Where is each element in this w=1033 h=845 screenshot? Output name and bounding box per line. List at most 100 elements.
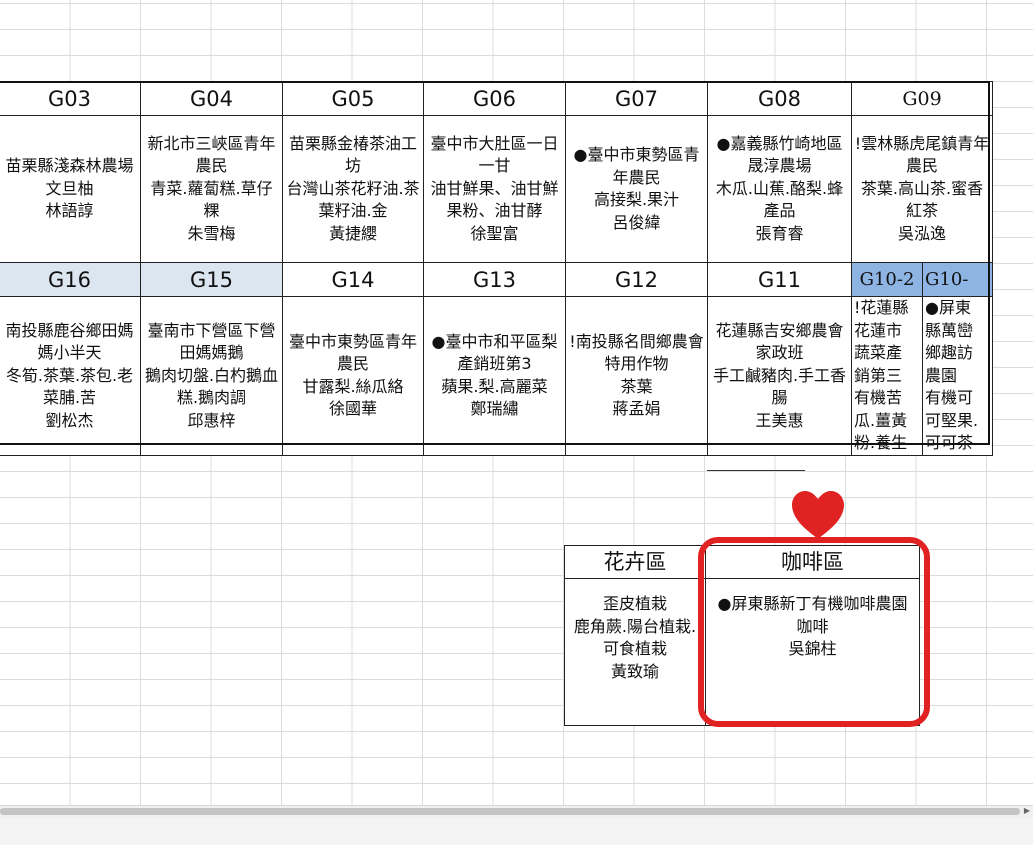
booth-cell[interactable]: 臺南市下營區下營田媽媽鵝 鵝肉切盤.白杓鵝血糕.鵝肉調 邱惠梓 xyxy=(140,296,283,456)
booth-code[interactable]: G14 xyxy=(282,262,424,297)
booth-products: 甘露梨.絲瓜絡 xyxy=(302,376,404,396)
booth-code[interactable]: G10- xyxy=(922,262,993,297)
booth-owner: 王美惠 xyxy=(755,410,804,430)
coffee-products: 咖啡 xyxy=(796,616,829,636)
booth-products: 茶葉 xyxy=(620,376,653,396)
booth-vendor: !雲林縣虎尾鎮青年農民 xyxy=(854,133,990,176)
booth-cell[interactable]: 新北市三峽區青年農民 青菜.蘿蔔糕.草仔粿 朱雪梅 xyxy=(140,115,283,263)
booth-line: !花蓮縣 xyxy=(854,298,909,317)
top-header-row: G03 G04 G05 G06 G07 G08 G09 xyxy=(0,81,993,116)
booth-line: ●屏東 xyxy=(925,298,971,317)
coffee-owner: 吳錦柱 xyxy=(788,639,837,658)
heart-icon xyxy=(792,491,844,539)
booth-cell[interactable]: !南投縣名間鄉農會特用作物 茶葉蔣孟娟 xyxy=(565,296,708,456)
booth-vendor: ●臺中市東勢區青年農民 xyxy=(573,145,700,187)
booth-cell[interactable]: !花蓮縣 花蓮市 蔬菜產 銷第三 有機苦 瓜.薑黃 粉.養生 xyxy=(851,296,923,456)
booth-line: 蔬菜產 xyxy=(854,343,903,362)
bottom-header-row: G16 G15 G14 G13 G12 G11 G10-2 G10- xyxy=(0,262,993,297)
scroll-right-icon[interactable]: ▶ xyxy=(1021,805,1033,817)
booth-vendor: ●嘉義縣竹崎地區 晟淳農場 xyxy=(716,133,843,176)
booth-products: 冬筍.茶葉.茶包.老菜脯.苦 xyxy=(5,365,134,408)
scrollbar-thumb[interactable] xyxy=(0,808,1020,815)
booth-code[interactable]: G09 xyxy=(851,81,993,116)
booth-cell[interactable]: ●臺中市東勢區青年農民高接梨.果汁 呂俊緯 xyxy=(565,115,708,263)
booth-cell[interactable]: ●嘉義縣竹崎地區 晟淳農場 木瓜.山蕉.酪梨.蜂產品 張育睿 xyxy=(707,115,852,263)
booth-code[interactable]: G12 xyxy=(565,262,708,297)
booth-vendor: 苗栗縣淺森林農場 xyxy=(5,156,134,176)
coffee-vendor: ●屏東縣新丁有機咖啡農園 xyxy=(717,594,908,613)
booth-line: 有機可 xyxy=(925,388,974,407)
booth-products: 茶葉.高山茶.蜜香紅茶 xyxy=(860,178,984,221)
booth-code[interactable]: G11 xyxy=(707,262,852,297)
booth-owner: 林語諄 xyxy=(45,201,94,221)
booth-vendor: !南投縣名間鄉農會特用作物 xyxy=(569,331,704,374)
coffee-zone-title: 咖啡區 xyxy=(706,546,919,579)
booth-products: 木瓜.山蕉.酪梨.蜂產品 xyxy=(715,178,844,221)
booth-code[interactable]: G13 xyxy=(423,262,566,297)
booth-owner: 張育睿 xyxy=(755,223,804,243)
booth-code[interactable]: G07 xyxy=(565,81,708,116)
booth-line: 可可茶 xyxy=(925,433,974,452)
booth-products: 油甘鮮果、油甘鮮果粉、油甘酵 xyxy=(430,178,559,221)
booth-cell[interactable]: ●臺中市和平區梨產銷班第3 蘋果.梨.高麗菜 鄭瑞繡 xyxy=(423,296,566,456)
booth-line: 瓜.薑黃 xyxy=(854,410,908,430)
booth-code[interactable]: G03 xyxy=(0,81,141,116)
booth-line: 可堅果. xyxy=(925,410,979,430)
booth-code[interactable]: G08 xyxy=(707,81,852,116)
booth-owner: 吳泓逸 xyxy=(897,223,946,243)
booth-vendor: 臺中市東勢區青年農民 xyxy=(288,331,417,374)
booth-cell[interactable]: 花蓮縣吉安鄉農會家政班 手工鹹豬肉.手工香腸 王美惠 xyxy=(707,296,852,456)
booth-line: 農園 xyxy=(925,365,958,385)
booth-cell[interactable]: !雲林縣虎尾鎮青年農民 茶葉.高山茶.蜜香紅茶 吳泓逸 xyxy=(851,115,993,263)
booth-products: 鵝肉切盤.白杓鵝血糕.鵝肉調 xyxy=(144,365,279,408)
booth-vendor: 花蓮縣吉安鄉農會家政班 xyxy=(715,320,844,363)
booth-cell[interactable]: 臺中市大肚區一日一甘 油甘鮮果、油甘鮮果粉、油甘酵 徐聖富 xyxy=(423,115,566,263)
booth-cell[interactable]: ●屏東縣萬巒鄉趣訪農園有機可可堅果. 可可茶 xyxy=(922,296,993,456)
flower-vendor: 歪皮植栽 xyxy=(602,594,667,613)
booth-code[interactable]: G04 xyxy=(140,81,283,116)
flower-zone-title: 花卉區 xyxy=(565,546,705,579)
booth-owner: 蔣孟娟 xyxy=(612,399,661,419)
booth-products: 台灣山茶花籽油.茶葉籽油.金 xyxy=(286,178,420,221)
booth-code[interactable]: G05 xyxy=(282,81,424,116)
booth-products: 高接梨.果汁 xyxy=(593,190,680,209)
booth-code[interactable]: G16 xyxy=(0,262,141,297)
flower-owner: 黃致瑜 xyxy=(610,661,659,681)
coffee-zone[interactable]: 咖啡區 ●屏東縣新丁有機咖啡農園 咖啡 吳錦柱 xyxy=(706,545,920,726)
booth-owner: 徐國華 xyxy=(328,399,377,419)
booth-vendor: 臺南市下營區下營田媽媽鵝 xyxy=(147,320,276,363)
booth-code[interactable]: G06 xyxy=(423,81,566,116)
booth-owner: 劉松杰 xyxy=(45,410,94,430)
booth-code[interactable]: G15 xyxy=(140,262,283,297)
booth-products: 青菜.蘿蔔糕.草仔粿 xyxy=(150,178,273,221)
booth-vendor: 南投縣鹿谷鄉田媽媽小半天 xyxy=(5,320,134,363)
booth-line: 有機苦 xyxy=(854,388,903,407)
booth-vendor: 苗栗縣金椿茶油工坊 xyxy=(288,133,417,176)
booth-cell[interactable]: 臺中市東勢區青年農民 甘露梨.絲瓜絡 徐國華 xyxy=(282,296,424,456)
booth-line: 粉.養生 xyxy=(854,433,908,452)
booth-products: 手工鹹豬肉.手工香腸 xyxy=(712,365,847,408)
flower-zone[interactable]: 花卉區 歪皮植栽 鹿角蕨.陽台植栽.可食植栽 黃致瑜 xyxy=(564,545,706,726)
booth-vendor: 新北市三峽區青年農民 xyxy=(147,133,276,176)
booth-line: 縣萬巒 xyxy=(925,320,974,340)
booth-owner: 邱惠梓 xyxy=(187,410,236,430)
booth-owner: 黃捷纓 xyxy=(328,223,377,243)
booth-owner: 朱雪梅 xyxy=(187,223,236,243)
bottom-body-row: 南投縣鹿谷鄉田媽媽小半天 冬筍.茶葉.茶包.老菜脯.苦 劉松杰 臺南市下營區下營田媽… xyxy=(0,296,993,456)
booth-code[interactable]: G10-2 xyxy=(851,262,923,297)
booth-cell[interactable]: 苗栗縣金椿茶油工坊 台灣山茶花籽油.茶葉籽油.金 黃捷纓 xyxy=(282,115,424,263)
top-body-row: 苗栗縣淺森林農場 文旦柚林語諄 新北市三峽區青年農民 青菜.蘿蔔糕.草仔粿 朱雪梅 苗… xyxy=(0,115,993,263)
booth-owner: 呂俊緯 xyxy=(612,212,661,232)
booth-line: 鄉趣訪 xyxy=(925,343,974,362)
booth-vendor: ●臺中市和平區梨產銷班第3 xyxy=(431,331,558,374)
booth-owner: 徐聖富 xyxy=(470,223,519,243)
booth-owner: 鄭瑞繡 xyxy=(470,399,519,419)
cell-border-fragment xyxy=(707,470,805,471)
booth-cell[interactable]: 苗栗縣淺森林農場 文旦柚林語諄 xyxy=(0,115,141,263)
flower-products: 鹿角蕨.陽台植栽.可食植栽 xyxy=(573,616,697,659)
booth-table: G03 G04 G05 G06 G07 G08 G09 苗栗縣淺森林農場 文旦柚林… xyxy=(0,81,993,456)
booth-cell[interactable]: 南投縣鹿谷鄉田媽媽小半天 冬筍.茶葉.茶包.老菜脯.苦 劉松杰 xyxy=(0,296,141,456)
booth-line: 銷第三 xyxy=(854,365,903,385)
booth-vendor: 臺中市大肚區一日一甘 xyxy=(430,133,559,176)
booth-products: 文旦柚 xyxy=(45,178,94,198)
